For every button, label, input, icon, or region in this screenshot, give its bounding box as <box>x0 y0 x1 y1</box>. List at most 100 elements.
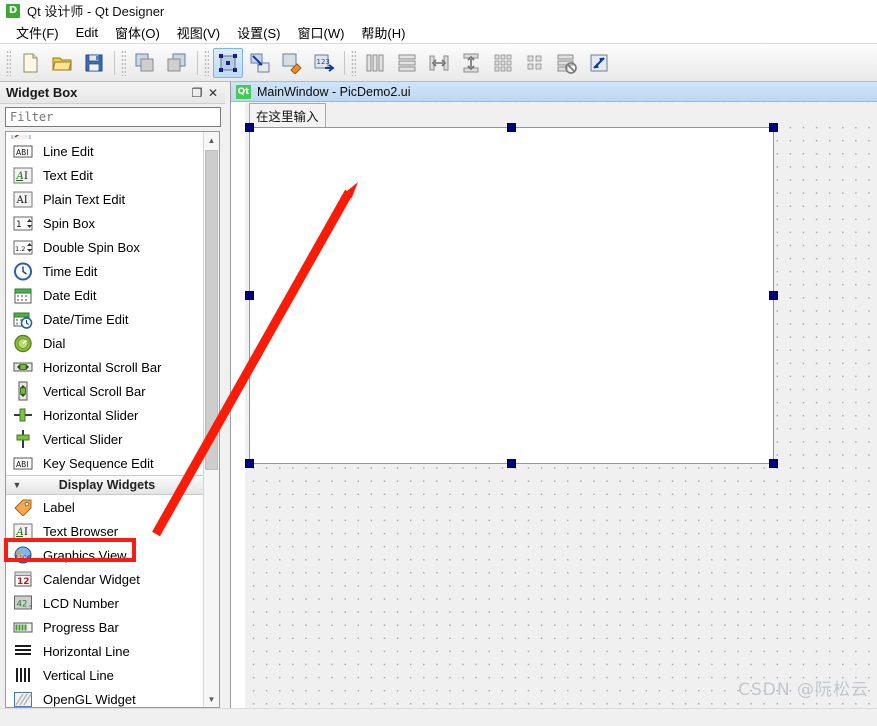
lcd-number-icon: 42. <box>12 594 34 612</box>
svg-text:42.: 42. <box>17 600 33 610</box>
selection-handle-middle-right[interactable] <box>769 291 778 300</box>
widget-item-plain-text-edit[interactable]: AI Plain Text Edit <box>6 187 204 211</box>
menu-window[interactable]: 窗口(W) <box>289 21 353 44</box>
edit-signals-slots-icon[interactable] <box>245 48 275 78</box>
menu-view[interactable]: 视图(V) <box>169 21 229 44</box>
scrollbar-thumb[interactable] <box>205 150 218 470</box>
widget-item-label: Date/Time Edit <box>43 311 129 327</box>
break-layout-icon[interactable] <box>552 48 582 78</box>
widget-item-horizontal-line[interactable]: Horizontal Line <box>6 639 204 663</box>
widget-item-horizontal-scroll-bar[interactable]: Horizontal Scroll Bar <box>6 355 204 379</box>
edit-widgets-icon[interactable] <box>213 47 243 78</box>
menu-settings[interactable]: 设置(S) <box>229 21 289 44</box>
svg-text:abc: abc <box>17 553 29 561</box>
widget-item-date-time-edit[interactable]: Date/Time Edit <box>6 307 204 331</box>
form-canvas[interactable]: 在这里输入 CSDN @阮松云 <box>231 102 877 708</box>
toolbar-grip[interactable] <box>6 49 11 76</box>
redo-icon[interactable] <box>162 48 192 78</box>
widget-item-label: Text Browser <box>43 523 119 539</box>
title-bar: D Qt 设计师 - Qt Designer <box>0 0 877 22</box>
widget-item-vertical-slider[interactable]: Vertical Slider <box>6 427 204 451</box>
horizontal-line-icon <box>12 642 34 660</box>
widget-item-label: Graphics View <box>43 547 127 563</box>
save-form-icon[interactable] <box>79 48 109 78</box>
widget-item-label[interactable]: Label <box>6 495 204 519</box>
widget-item-lcd-number[interactable]: 42. LCD Number <box>6 591 204 615</box>
svg-text:ABI: ABI <box>16 460 29 469</box>
widget-item-time-edit[interactable]: Time Edit <box>6 259 204 283</box>
widget-item-key-sequence-edit[interactable]: ABI Key Sequence Edit <box>6 451 204 475</box>
toolbar-grip[interactable] <box>121 49 126 76</box>
layout-form-icon[interactable] <box>520 48 550 78</box>
adjust-size-icon[interactable] <box>584 48 614 78</box>
toolbar-grip[interactable] <box>204 49 209 76</box>
widget-item-vertical-line[interactable]: Vertical Line <box>6 663 204 687</box>
vertical-scroll-bar-icon <box>12 381 34 401</box>
widget-item-horizontal-slider[interactable]: Horizontal Slider <box>6 403 204 427</box>
widget-item-double-spin-box[interactable]: 1.2 Double Spin Box <box>6 235 204 259</box>
toolbar-grip[interactable] <box>351 49 356 76</box>
widget-item-spin-box[interactable]: 1 Spin Box <box>6 211 204 235</box>
svg-text:1.2: 1.2 <box>15 245 25 253</box>
plain-text-edit-icon: AI <box>12 190 34 208</box>
close-icon[interactable]: ✕ <box>205 85 221 101</box>
widget-item-text-edit[interactable]: A I Text Edit <box>6 163 204 187</box>
filter-row <box>0 104 225 130</box>
layout-vertically-icon[interactable] <box>392 48 422 78</box>
widget-item-calendar-widget[interactable]: 12 Calendar Widget <box>6 567 204 591</box>
widget-section-display-widgets[interactable]: ▼ Display Widgets <box>6 475 204 495</box>
qt-designer-window: D Qt 设计师 - Qt Designer 文件(F) Edit 窗体(O) … <box>0 0 877 726</box>
form-window-title-bar[interactable]: Qt MainWindow - PicDemo2.ui <box>231 82 877 102</box>
layout-splitter-h-icon[interactable] <box>424 48 454 78</box>
undock-icon[interactable]: ❐ <box>189 85 205 101</box>
widget-item-label: Key Sequence Edit <box>43 455 154 471</box>
svg-text:12: 12 <box>17 577 30 587</box>
selection-handle-bottom-center[interactable] <box>507 459 516 468</box>
widget-item-label: Progress Bar <box>43 619 119 635</box>
progress-bar-icon <box>12 618 34 636</box>
selection-handle-bottom-left[interactable] <box>245 459 254 468</box>
widget-item-progress-bar[interactable]: Progress Bar <box>6 615 204 639</box>
widget-list: ABI Line Edit A I Text Edit AI Plain Tex… <box>6 132 204 707</box>
widget-item-line-edit[interactable]: ABI Line Edit <box>6 139 204 163</box>
form-editor-area: Qt MainWindow - PicDemo2.ui 在这里输入 CSDN @… <box>230 82 877 708</box>
widget-item-label: Vertical Slider <box>43 431 123 447</box>
scroll-up-icon[interactable]: ▲ <box>204 132 219 148</box>
open-form-icon[interactable] <box>47 48 77 78</box>
edit-buddies-icon[interactable] <box>277 48 307 78</box>
filter-input[interactable] <box>5 107 221 127</box>
selection-handle-middle-left[interactable] <box>245 291 254 300</box>
partial-row-top <box>6 132 204 139</box>
main-window-form[interactable]: 在这里输入 <box>245 102 877 708</box>
horizontal-scroll-bar-icon <box>12 358 34 376</box>
menu-placeholder[interactable]: 在这里输入 <box>249 102 326 128</box>
layout-grid-icon[interactable] <box>488 48 518 78</box>
widget-item-dial[interactable]: Dial <box>6 331 204 355</box>
selection-handle-bottom-right[interactable] <box>769 459 778 468</box>
widget-item-opengl-widget[interactable]: OpenGL Widget <box>6 687 204 707</box>
widget-list-scrollbar[interactable]: ▲ ▼ <box>203 132 219 707</box>
selection-handle-top-right[interactable] <box>769 123 778 132</box>
widget-item-text-browser[interactable]: A I Text Browser <box>6 519 204 543</box>
widget-item-date-edit[interactable]: Date Edit <box>6 283 204 307</box>
widget-item-label: Date Edit <box>43 287 97 303</box>
central-widget[interactable] <box>249 127 774 464</box>
menu-edit[interactable]: Edit <box>68 23 107 42</box>
menu-file[interactable]: 文件(F) <box>8 21 68 44</box>
menu-help[interactable]: 帮助(H) <box>353 21 414 44</box>
new-form-icon[interactable] <box>15 48 45 78</box>
undo-icon[interactable] <box>130 48 160 78</box>
horizontal-slider-icon <box>12 406 34 424</box>
form-menu-bar[interactable]: 在这里输入 <box>245 102 877 128</box>
selection-handle-top-center[interactable] <box>507 123 516 132</box>
widget-item-graphics-view[interactable]: abc Graphics View <box>6 543 204 567</box>
menu-form[interactable]: 窗体(O) <box>107 21 169 44</box>
selection-handle-top-left[interactable] <box>245 123 254 132</box>
toolbar-separator <box>344 50 345 75</box>
edit-tab-order-icon[interactable]: 123 <box>309 48 339 78</box>
widget-item-vertical-scroll-bar[interactable]: Vertical Scroll Bar <box>6 379 204 403</box>
scroll-down-icon[interactable]: ▼ <box>204 691 219 707</box>
app-logo-icon: D <box>6 3 20 18</box>
layout-horizontally-icon[interactable] <box>360 48 390 78</box>
layout-splitter-v-icon[interactable] <box>456 48 486 78</box>
